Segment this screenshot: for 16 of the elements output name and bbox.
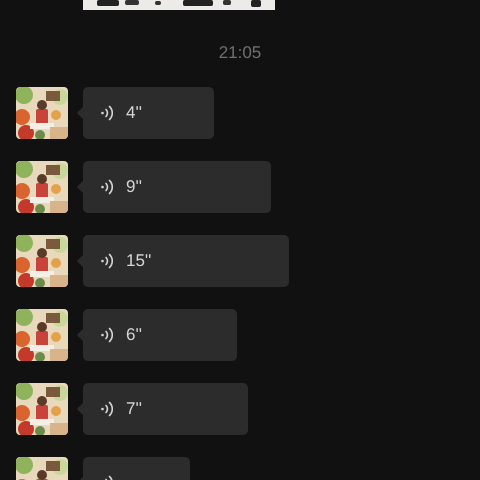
- sound-wave-icon: [100, 252, 116, 270]
- sound-wave-icon: [100, 104, 116, 122]
- bubble-tail: [77, 107, 83, 119]
- bubble-tail: [77, 255, 83, 267]
- bubble-tail: [77, 329, 83, 341]
- sound-wave-icon: [100, 326, 116, 344]
- voice-message-bubble[interactable]: 7'': [83, 383, 248, 435]
- voice-message-bubble[interactable]: 4'': [83, 87, 214, 139]
- sound-wave-icon: [100, 400, 116, 418]
- bubble-tail: [77, 403, 83, 415]
- voice-message-bubble[interactable]: 9'': [83, 161, 271, 213]
- voice-message-bubble[interactable]: 6'': [83, 309, 237, 361]
- sound-wave-icon: [100, 178, 116, 196]
- timestamp: 21:05: [218, 43, 262, 63]
- bubble-tail: [77, 181, 83, 193]
- voice-message-bubble[interactable]: 15'': [83, 235, 289, 287]
